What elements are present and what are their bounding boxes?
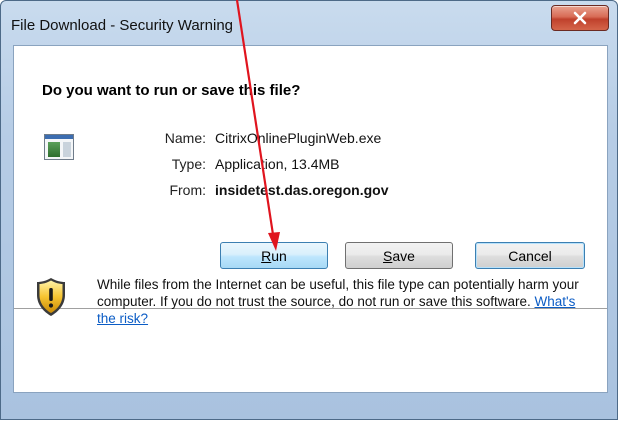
close-icon [573,11,587,25]
security-warning-dialog: File Download - Security Warning Do you … [0,0,618,420]
application-file-icon [44,134,74,160]
file-type-value: Application, 13.4MB [215,156,340,172]
dialog-content: Do you want to run or save this file? Na… [13,45,608,393]
file-name-value: CitrixOnlinePluginWeb.exe [215,130,382,146]
type-label: Type: [171,156,206,172]
warning-text: While files from the Internet can be use… [97,277,579,309]
run-button[interactable]: Run [220,242,328,269]
run-access-key: R [261,247,272,264]
source-host-value: insidetest.das.oregon.gov [215,182,389,198]
from-label: From: [169,182,206,198]
name-label: Name: [164,130,206,146]
save-access-key: S [383,247,393,264]
window-title: File Download - Security Warning [11,17,234,34]
save-label-rest: ave [392,247,415,264]
run-label-rest: un [271,247,287,264]
dialog-question: Do you want to run or save this file? [42,82,301,99]
title-bar[interactable]: File Download - Security Warning [1,1,617,45]
warning-message: While files from the Internet can be use… [97,276,587,327]
security-shield-icon [35,277,67,320]
save-button[interactable]: Save [345,242,453,269]
close-button[interactable] [551,5,609,31]
cancel-button[interactable]: Cancel [475,242,585,269]
